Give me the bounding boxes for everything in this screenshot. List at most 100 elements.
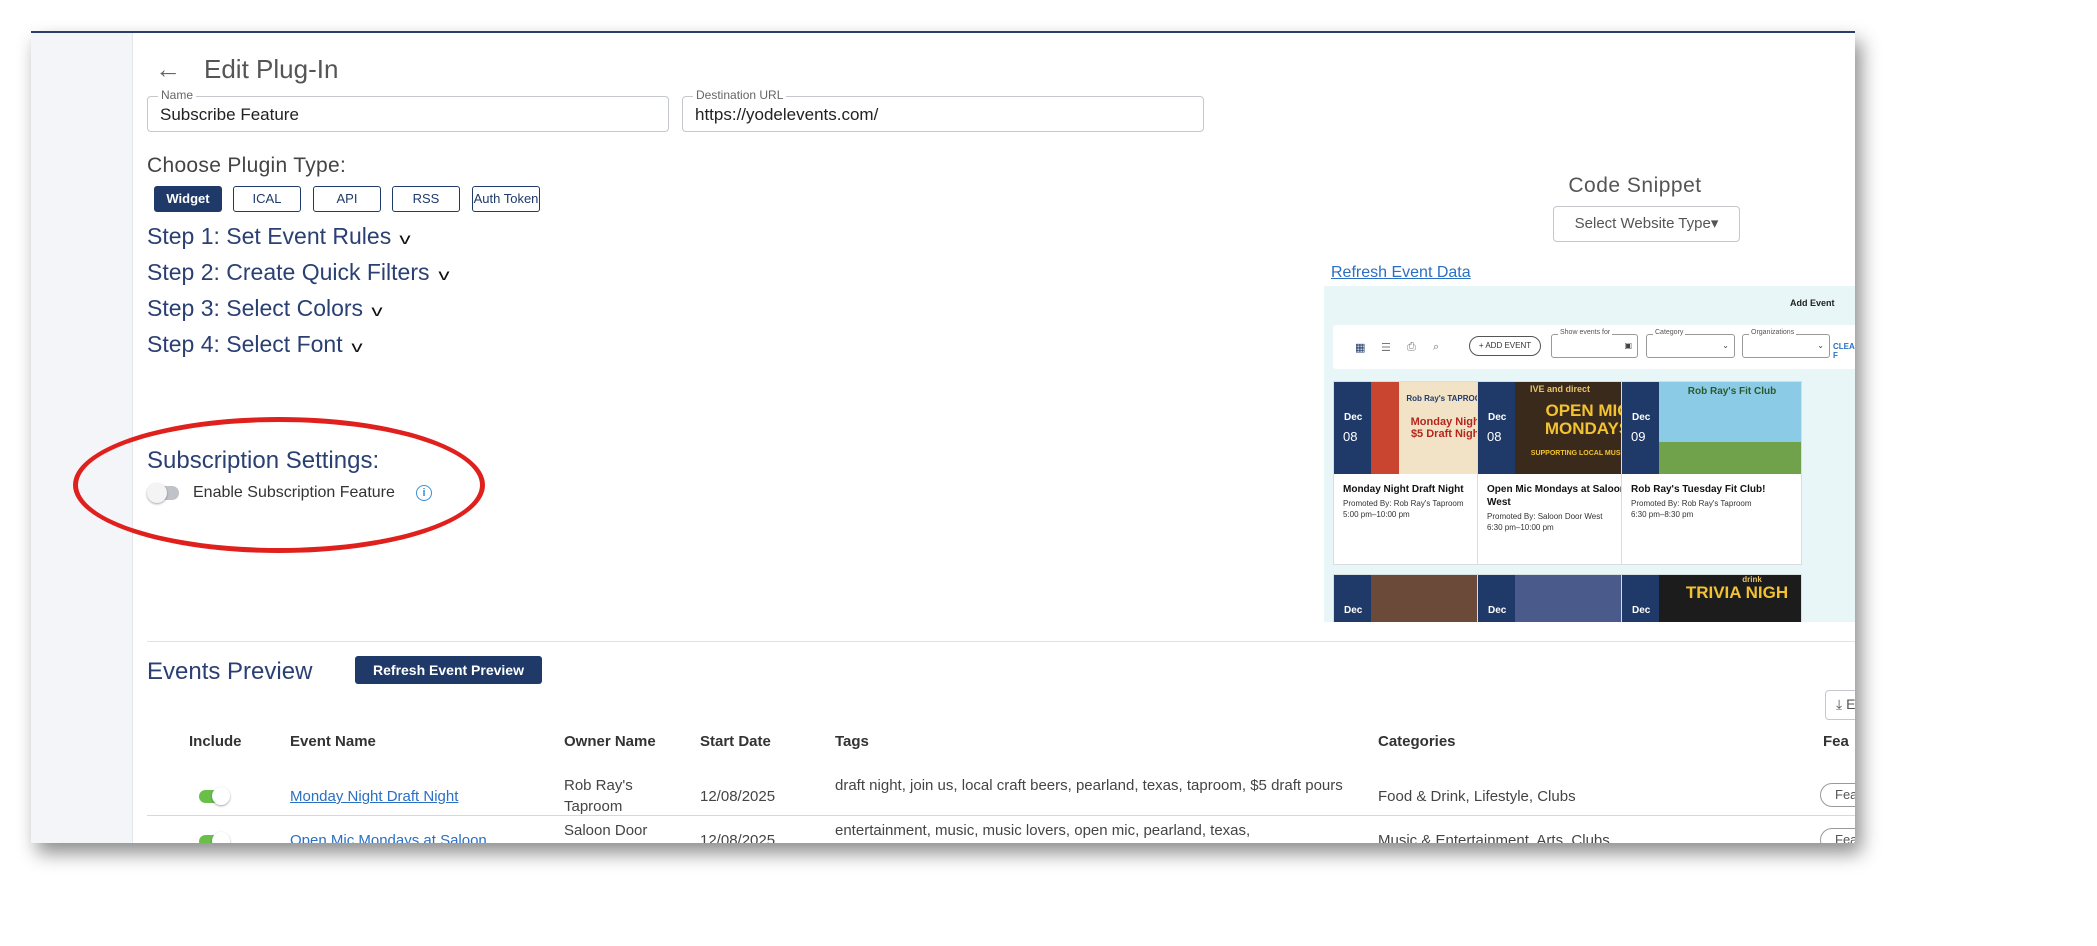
calendar-icon: ▣ xyxy=(1624,341,1632,350)
grid-view-icon[interactable]: ▦ xyxy=(1355,341,1365,354)
poster-headline: Monday Night $5 Draft Night xyxy=(1410,416,1484,440)
chevron-down-icon: ⌄ xyxy=(1722,341,1729,350)
step-4-accordion[interactable]: Step 4: Select Font v xyxy=(147,331,363,358)
plugin-type-auth-token-button[interactable]: Auth Token xyxy=(472,186,540,212)
event-month: Dec xyxy=(1488,412,1507,423)
name-field[interactable]: Name Subscribe Feature xyxy=(147,88,669,132)
event-day: 08 xyxy=(1487,429,1502,444)
add-event-link[interactable]: Add Event xyxy=(1790,298,1835,308)
website-type-select-label: Select Website Type xyxy=(1574,215,1711,232)
plugin-type-api-button[interactable]: API xyxy=(313,186,381,212)
preview-toolbar: ▦ ☰ ⎙ ⌕ + ADD EVENT Show events for ▣ Ca… xyxy=(1333,325,1855,369)
search-icon[interactable]: ⌕ xyxy=(1433,341,1439,354)
column-header-event-name[interactable]: Event Name xyxy=(290,733,376,750)
event-card-time: 6:30 pm–8:30 pm xyxy=(1631,510,1694,519)
event-card-time: 5:00 pm–10:00 pm xyxy=(1343,510,1410,519)
event-name-link[interactable]: Monday Night Draft Night xyxy=(290,786,458,807)
event-month: Dec xyxy=(1632,412,1651,423)
destination-url-label: Destination URL xyxy=(693,88,787,102)
chevron-down-icon: v xyxy=(371,303,383,320)
code-snippet-title: Code Snippet xyxy=(1568,174,1702,197)
destination-url-field[interactable]: Destination URL https://yodelevents.com/ xyxy=(682,88,1204,132)
column-header-categories[interactable]: Categories xyxy=(1378,733,1456,750)
column-header-include[interactable]: Include xyxy=(189,733,242,750)
section-divider xyxy=(147,641,1855,642)
refresh-event-preview-button[interactable]: Refresh Event Preview xyxy=(355,656,542,684)
back-arrow-icon[interactable]: ← xyxy=(155,54,181,85)
column-header-tags[interactable]: Tags xyxy=(835,733,869,750)
download-label: E xyxy=(1846,696,1855,712)
add-event-button[interactable]: + ADD EVENT xyxy=(1469,336,1541,356)
left-sidebar xyxy=(31,33,133,843)
chevron-down-icon: v xyxy=(351,339,363,356)
step-3-accordion[interactable]: Step 3: Select Colors v xyxy=(147,295,383,322)
plugin-type-ical-button[interactable]: ICAL xyxy=(233,186,301,212)
clear-filters-link[interactable]: CLEAR F xyxy=(1833,342,1855,360)
curtain-left xyxy=(1371,382,1399,474)
screenshot-frame: ← Edit Plug-In Name Subscribe Feature De… xyxy=(31,31,1855,843)
step-4-label: Step 4: Select Font xyxy=(147,331,343,357)
owner-name: Saloon Door xyxy=(564,822,648,839)
step-2-label: Step 2: Create Quick Filters xyxy=(147,259,430,285)
organizations-select[interactable]: Organizations ⌄ xyxy=(1742,329,1830,358)
event-tags: draft night, join us, local craft beers,… xyxy=(835,777,1343,794)
category-label: Category xyxy=(1653,329,1686,336)
event-day: 09 xyxy=(1631,429,1646,444)
chevron-down-icon: v xyxy=(437,267,450,284)
event-card-promoter: Promoted By: Saloon Door West xyxy=(1487,512,1603,521)
refresh-event-data-link[interactable]: Refresh Event Data xyxy=(1331,264,1471,282)
column-header-owner-name[interactable]: Owner Name xyxy=(564,733,656,750)
highlight-annotation xyxy=(73,417,485,553)
feature-button[interactable]: Fea xyxy=(1820,828,1855,843)
print-icon[interactable]: ⎙ xyxy=(1407,341,1416,354)
plugin-type-widget-button[interactable]: Widget xyxy=(154,186,222,212)
event-tags: entertainment, music, music lovers, open… xyxy=(835,822,1251,839)
event-date-badge: Dec 10 xyxy=(1622,575,1659,622)
start-date: 12/08/2025 xyxy=(700,788,776,805)
poster-ground xyxy=(1659,442,1801,474)
include-toggle[interactable] xyxy=(199,787,230,805)
event-date-badge: Dec 08 xyxy=(1478,382,1515,474)
column-header-featured[interactable]: Fea xyxy=(1823,733,1849,750)
events-preview-title: Events Preview xyxy=(147,658,313,685)
poster-brand: IVE and direct xyxy=(1529,384,1591,394)
event-date-badge: Dec 09 xyxy=(1334,575,1371,622)
event-date-badge: Dec 10 xyxy=(1478,575,1515,622)
show-events-for-label: Show events for xyxy=(1558,329,1613,336)
page-title: Edit Plug-In xyxy=(204,54,339,84)
step-3-label: Step 3: Select Colors xyxy=(147,295,364,321)
include-toggle[interactable] xyxy=(199,832,230,843)
event-month: Dec xyxy=(1488,605,1507,616)
caret-down-icon: ▾ xyxy=(1710,215,1719,232)
column-header-start-date[interactable]: Start Date xyxy=(700,733,771,750)
step-1-accordion[interactable]: Step 1: Set Event Rules v xyxy=(147,223,411,250)
step-1-label: Step 1: Set Event Rules xyxy=(147,223,392,249)
event-categories: Food & Drink, Lifestyle, Clubs xyxy=(1378,788,1576,805)
event-name-link[interactable]: Open Mic Mondays at Saloon xyxy=(290,830,487,843)
download-button[interactable]: ⤓ E xyxy=(1825,690,1855,720)
event-card-title: Rob Ray's Tuesday Fit Club! xyxy=(1631,484,1766,495)
destination-url-value: https://yodelevents.com/ xyxy=(695,105,879,124)
plugin-type-heading: Choose Plugin Type: xyxy=(147,154,347,177)
owner-name: Rob Ray's Taproom xyxy=(564,777,633,815)
show-events-for-field[interactable]: Show events for ▣ xyxy=(1551,329,1638,358)
website-type-select[interactable]: Select Website Type▾ xyxy=(1553,206,1740,242)
poster-headline: TRIVIA NIGH xyxy=(1685,583,1789,602)
feature-button[interactable]: Fea xyxy=(1820,783,1855,807)
list-view-icon[interactable]: ☰ xyxy=(1381,341,1391,354)
chevron-down-icon: ⌄ xyxy=(1817,341,1824,350)
name-field-label: Name xyxy=(158,88,197,102)
row-divider xyxy=(147,815,1855,816)
event-day: 08 xyxy=(1343,429,1358,444)
poster-headline: Rob Ray's Fit Club xyxy=(1687,386,1777,397)
event-card[interactable]: drink TRIVIA NIGH Dec 10 xyxy=(1621,574,1802,622)
widget-preview: Add Event ▦ ☰ ⎙ ⌕ + ADD EVENT Show event… xyxy=(1324,286,1855,622)
event-date-badge: Dec 09 xyxy=(1622,382,1659,474)
step-2-accordion[interactable]: Step 2: Create Quick Filters v xyxy=(147,259,450,286)
category-select[interactable]: Category ⌄ xyxy=(1646,329,1735,358)
plugin-type-rss-button[interactable]: RSS xyxy=(392,186,460,212)
event-card-promoter: Promoted By: Rob Ray's Taproom xyxy=(1631,499,1752,508)
event-card-promoter: Promoted By: Rob Ray's Taproom xyxy=(1343,499,1464,508)
download-icon: ⤓ xyxy=(1836,696,1843,712)
event-card[interactable]: Rob Ray's Fit Club Dec 09 Rob Ray's Tues… xyxy=(1621,381,1802,565)
